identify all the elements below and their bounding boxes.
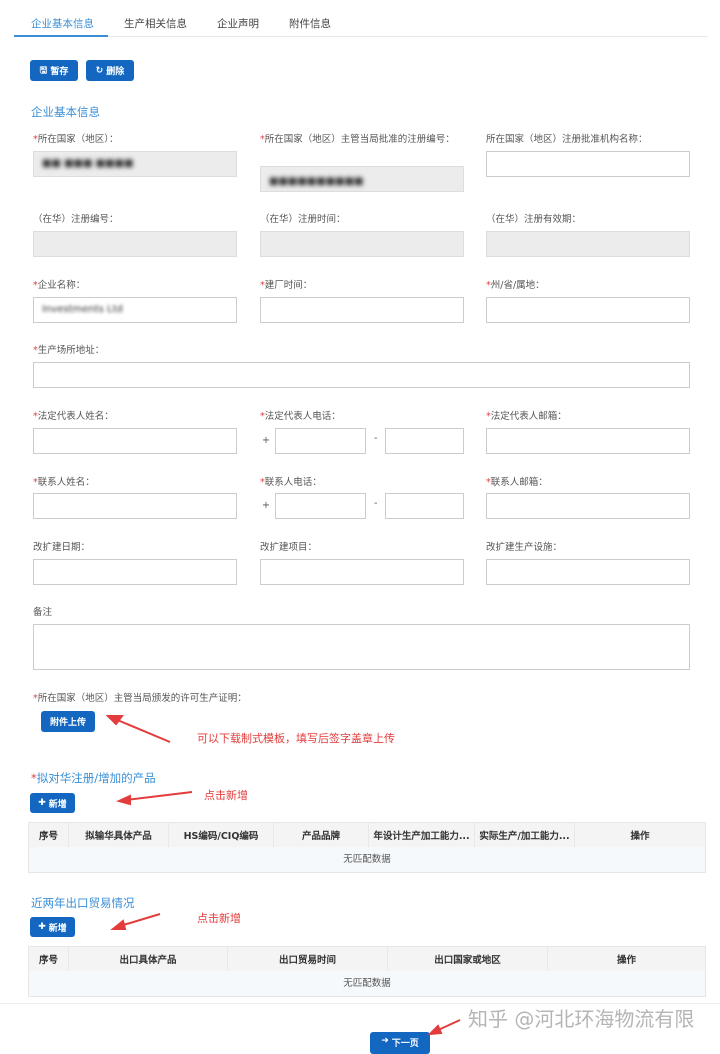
label-cn-reg-valid: （在华）注册有效期： — [486, 214, 582, 225]
contact-email-input[interactable] — [486, 493, 690, 519]
tab-declaration[interactable]: 企业声明 — [217, 16, 259, 31]
label-expand-date: 改扩建日期： — [33, 542, 91, 553]
watermark: 知乎 @河北环海物流有限 — [468, 1007, 695, 1031]
save-icon: 🖫 — [39, 65, 48, 76]
tab-production-info[interactable]: 生产相关信息 — [124, 16, 187, 31]
contact-phone-area-input[interactable] — [275, 493, 366, 519]
contact-phone-number-input[interactable] — [385, 493, 464, 519]
state-input[interactable] — [486, 297, 690, 323]
upload-attachment-button[interactable]: 附件上传 — [41, 711, 95, 732]
col-header: 实际生产/加工能力... — [475, 823, 575, 847]
col-header: 操作 — [616, 955, 636, 966]
legal-phone-area-input[interactable] — [275, 428, 366, 454]
tab-divider — [14, 36, 708, 37]
tab-attachments[interactable]: 附件信息 — [289, 16, 331, 31]
col-header: 年设计生产加工能力... — [369, 823, 475, 847]
col-header: 产品品牌 — [274, 823, 369, 847]
expand-facility-input[interactable] — [486, 559, 690, 585]
section-title-exports: 近两年出口贸易情况 — [31, 896, 135, 910]
tab-basic-info[interactable]: 企业基本信息 — [31, 16, 94, 31]
arrow-icon — [119, 913, 161, 927]
empty-row: 无匹配数据 — [29, 971, 705, 996]
arrowhead-icon — [110, 919, 127, 930]
label-cn-reg-no: （在华）注册编号： — [33, 214, 119, 225]
cn-reg-time-field — [260, 231, 464, 257]
products-table-header: 序号 拟输华具体产品 HS编码/CIQ编码 产品品牌 年设计生产加工能力... … — [29, 823, 705, 847]
label-contact-name: *联系人姓名： — [33, 477, 95, 488]
dash-sign: - — [374, 433, 378, 444]
label-expand-facility: 改扩建生产设施： — [486, 542, 563, 553]
section-title-basic: 企业基本信息 — [31, 105, 100, 119]
label-license: *所在国家（地区）主管当局颁发的许可生产证明： — [33, 693, 247, 704]
annotation-add-export: 点击新增 — [197, 912, 241, 925]
products-table: 序号 拟输华具体产品 HS编码/CIQ编码 产品品牌 年设计生产加工能力... … — [28, 822, 706, 873]
col-header: 出口国家或地区 — [388, 947, 548, 971]
annotation-upload: 可以下载制式模板，填写后签字盖章上传 — [197, 732, 395, 745]
col-header: 操作 — [630, 831, 650, 842]
add-export-button[interactable]: ✚ 新增 — [30, 917, 75, 937]
next-page-button[interactable]: ➜ 下一页 — [370, 1032, 430, 1054]
plus-icon: ✚ — [38, 922, 46, 932]
arrow-icon — [435, 1019, 461, 1032]
dash-sign: - — [374, 498, 378, 509]
expand-project-input[interactable] — [260, 559, 464, 585]
legal-email-input[interactable] — [486, 428, 690, 454]
delete-button[interactable]: ↻ 删除 — [86, 60, 134, 81]
label-remark: 备注 — [33, 607, 53, 618]
exports-table: 序号 出口具体产品 出口贸易时间 出口国家或地区 操作 无匹配数据 — [28, 946, 706, 997]
legal-phone-number-input[interactable] — [385, 428, 464, 454]
save-draft-button[interactable]: 🖫 暂存 — [30, 60, 78, 81]
contact-name-input[interactable] — [33, 493, 237, 519]
cn-reg-valid-field — [486, 231, 690, 257]
label-cn-reg-time: （在华）注册时间： — [260, 214, 346, 225]
label-legal-email: *法定代表人邮箱： — [486, 411, 567, 422]
label-reg-org: 所在国家（地区）注册批准机构名称： — [486, 134, 648, 145]
remark-textarea[interactable] — [33, 624, 690, 670]
label-state: *州/省/属地： — [486, 280, 545, 291]
label-contact-email: *联系人邮箱： — [486, 477, 548, 488]
label-legal-name: *法定代表人姓名： — [33, 411, 114, 422]
annotation-add-product: 点击新增 — [204, 789, 248, 802]
label-reg-no: *所在国家（地区）主管当局批准的注册编号： — [260, 134, 455, 145]
label-address: *生产场所地址： — [33, 345, 105, 356]
empty-row: 无匹配数据 — [29, 847, 705, 872]
company-name-input[interactable]: Investments Ltd — [33, 297, 237, 323]
col-header: 序号 — [29, 823, 69, 847]
col-header: 序号 — [29, 947, 69, 971]
arrowhead-icon — [116, 794, 131, 806]
col-header: HS编码/CIQ编码 — [169, 823, 274, 847]
arrowhead-icon — [427, 1024, 443, 1036]
col-header: 拟输华具体产品 — [69, 823, 169, 847]
expand-date-input[interactable] — [33, 559, 237, 585]
section-title-products: *拟对华注册/增加的产品 — [31, 771, 156, 785]
reg-no-field: ■■■■■■■■■■ — [260, 166, 464, 192]
exports-table-header: 序号 出口具体产品 出口贸易时间 出口国家或地区 操作 — [29, 947, 705, 971]
arrow-icon — [114, 718, 171, 743]
address-input[interactable] — [33, 362, 690, 388]
refresh-icon: ↻ — [95, 65, 104, 76]
add-product-button[interactable]: ✚ 新增 — [30, 793, 75, 813]
label-expand-project: 改扩建项目： — [260, 542, 318, 553]
arrowhead-icon — [105, 715, 124, 726]
legal-name-input[interactable] — [33, 428, 237, 454]
label-legal-phone: *法定代表人电话： — [260, 411, 341, 422]
arrow-icon — [125, 791, 193, 801]
col-header: 出口贸易时间 — [228, 947, 388, 971]
plus-icon: ✚ — [38, 798, 46, 808]
col-header: 出口具体产品 — [69, 947, 228, 971]
country-field: ■■ ■■■ ■■■■ — [33, 151, 237, 177]
label-company-name: *企业名称： — [33, 280, 86, 291]
arrow-right-icon: ➜ — [381, 1036, 389, 1046]
active-tab-indicator — [14, 35, 108, 37]
plus-sign: + — [262, 500, 270, 511]
label-country: *所在国家（地区）： — [33, 134, 119, 145]
cn-reg-no-field — [33, 231, 237, 257]
plus-sign: + — [262, 435, 270, 446]
reg-org-input[interactable] — [486, 151, 690, 177]
build-time-input[interactable] — [260, 297, 464, 323]
label-contact-phone: *联系人电话： — [260, 477, 322, 488]
label-build-time: *建厂时间： — [260, 280, 313, 291]
